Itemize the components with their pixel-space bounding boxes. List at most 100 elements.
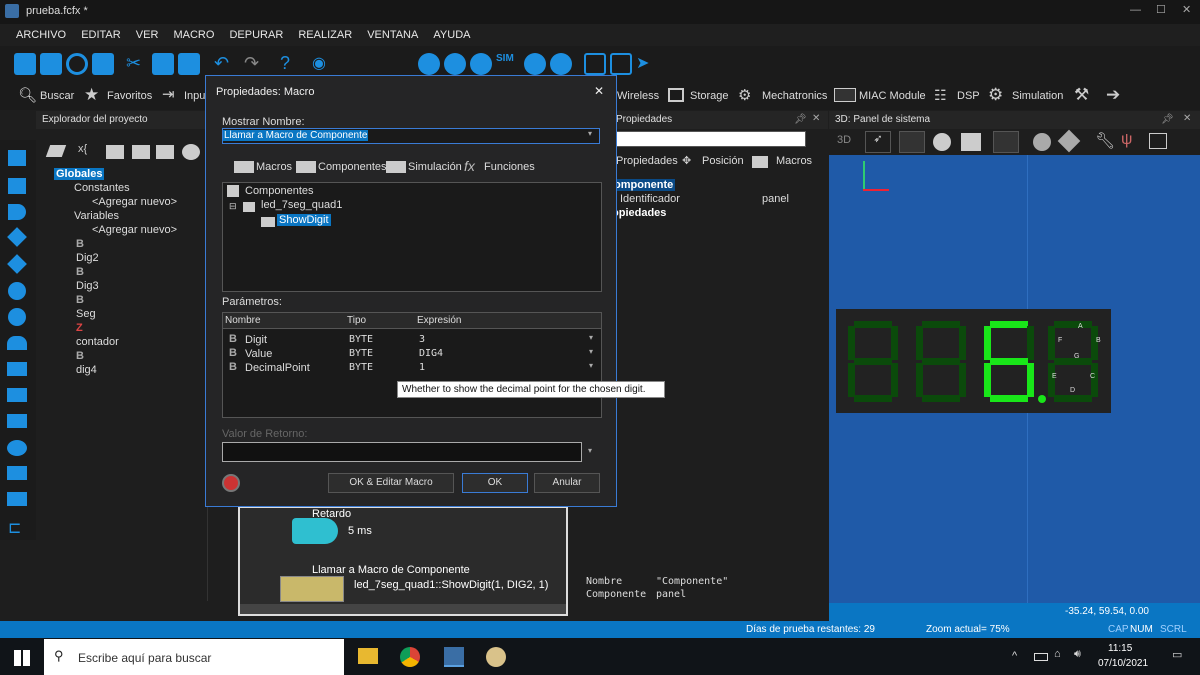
tab-funciones-dialog[interactable]: Funciones (484, 161, 535, 173)
mechatronics-label[interactable]: Mechatronics (762, 90, 827, 102)
tab-propiedades[interactable]: Propiedades (616, 155, 678, 167)
explorer-tool-3-icon[interactable] (106, 145, 124, 159)
tools-icon[interactable]: ⚒ (1074, 85, 1089, 105)
screen-icon[interactable] (993, 131, 1019, 153)
display-name-input[interactable]: Llamar a Macro de Componente (222, 128, 600, 144)
cancel-button[interactable]: Anular (534, 473, 600, 493)
paste-icon[interactable] (178, 53, 200, 75)
menu-archivo[interactable]: ARCHIVO (10, 24, 72, 46)
dsp-icon[interactable]: ☷ (934, 87, 947, 104)
tree-leaf-label[interactable]: ShowDigit (277, 214, 331, 226)
explorer-tool-2-icon[interactable]: x{ (78, 143, 87, 155)
return-dropdown-icon[interactable]: ▾ (588, 446, 592, 455)
param-dropdown-icon[interactable]: ▾ (589, 333, 593, 342)
delay-block[interactable] (292, 518, 338, 544)
explorer-tool-ev-icon[interactable] (182, 144, 200, 160)
c-code-icon-strip[interactable] (7, 492, 27, 506)
panel-close-icon[interactable]: ✕ (812, 113, 820, 124)
properties-selector[interactable] (610, 131, 806, 147)
output-icon-strip[interactable] (8, 178, 26, 194)
storage-icon[interactable] (668, 88, 684, 102)
decision-icon-strip[interactable] (7, 227, 27, 247)
menu-ver[interactable]: VER (130, 24, 165, 46)
chip-icon[interactable]: ψ (1121, 131, 1132, 149)
param-dropdown-icon[interactable]: ▾ (589, 361, 593, 370)
pin-icon[interactable]: 📌︎ (794, 114, 807, 125)
save-icon[interactable] (92, 53, 114, 75)
new-file-icon[interactable] (14, 53, 36, 75)
program-chip-icon[interactable]: ➤ (636, 53, 658, 75)
camera-icon[interactable] (961, 133, 981, 151)
compile-hex-icon[interactable] (610, 53, 632, 75)
viewport-3d[interactable]: A F B G E C D (829, 155, 1200, 603)
wireless-label[interactable]: Wireless (617, 90, 659, 102)
tree-variables[interactable]: Variables (40, 209, 204, 223)
view-icon[interactable]: ◉ (312, 53, 334, 75)
component-macro-block[interactable] (280, 576, 344, 602)
tab-componentes-dialog[interactable]: Componentes (318, 161, 387, 173)
param-row[interactable]: B DecimalPoint BYTE 1 ▾ (223, 361, 601, 375)
tab-macros-dialog[interactable]: Macros (256, 161, 292, 173)
flowcode-taskbar-icon[interactable] (444, 647, 464, 667)
tab-simulacion-dialog[interactable]: Simulación (408, 161, 462, 173)
notification-icon[interactable]: ▭ (1172, 648, 1182, 661)
menu-editar[interactable]: EDITAR (75, 24, 127, 46)
tree-constants[interactable]: Constantes (40, 181, 204, 195)
favorites-label[interactable]: Favoritos (107, 90, 152, 102)
interrupt-icon-strip[interactable] (7, 336, 27, 350)
tray-chevron-icon[interactable]: ^ (1012, 650, 1017, 662)
step-icon[interactable] (524, 53, 546, 75)
search-button-label[interactable]: Buscar (40, 90, 74, 102)
calc-icon-strip[interactable] (8, 282, 26, 300)
comment-icon-strip[interactable] (7, 466, 27, 480)
tree-add-variable[interactable]: <Agregar nuevo> (40, 223, 204, 237)
simulation-label[interactable]: Simulation (1012, 90, 1063, 102)
panel-3d-pin-icon[interactable]: 📌︎ (1161, 114, 1174, 125)
copy-icon[interactable] (152, 53, 174, 75)
display-name-dropdown-icon[interactable]: ▾ (588, 129, 592, 138)
miac-icon[interactable] (834, 88, 856, 102)
component-macro-icon-strip[interactable] (7, 388, 27, 402)
redo-icon[interactable]: ↷ (244, 53, 266, 75)
ok-button[interactable]: OK (462, 473, 528, 493)
int-icon-strip[interactable] (7, 440, 27, 456)
tree-root-label[interactable]: Componentes (245, 185, 314, 197)
menu-depurar[interactable]: DEPURAR (223, 24, 289, 46)
paint-icon[interactable] (486, 647, 506, 667)
inputs-icon[interactable]: ⇥ (162, 85, 175, 103)
fast-forward-icon[interactable] (550, 53, 572, 75)
param-row[interactable]: B Digit BYTE 3 ▾ (223, 333, 601, 347)
miac-label[interactable]: MIAC Module (859, 90, 926, 102)
open-file-icon[interactable] (40, 53, 62, 75)
tree-expand-icon[interactable]: ⊟ (229, 201, 237, 212)
macro-icon-strip[interactable] (7, 362, 27, 376)
close-icon[interactable]: ✕ (1182, 3, 1191, 16)
param-expr[interactable]: 1 (419, 362, 425, 373)
cube-icon[interactable] (1057, 129, 1081, 153)
explorer-tool-1-icon[interactable] (45, 145, 67, 157)
pointer-icon[interactable]: ➶ (865, 131, 891, 153)
help-icon[interactable]: ? (280, 53, 302, 75)
h-scrollbar[interactable] (240, 604, 566, 614)
explorer-tool-4-icon[interactable] (132, 145, 150, 159)
ok-edit-macro-button[interactable]: OK & Editar Macro (328, 473, 454, 493)
param-expr[interactable]: DIG4 (419, 348, 443, 359)
param-expr[interactable]: 3 (419, 334, 425, 345)
inputs-label[interactable]: Inpu (184, 90, 205, 102)
tree-var[interactable]: B Seg (40, 293, 204, 321)
help-icon-dialog[interactable] (222, 474, 240, 492)
sim-icon[interactable]: SIM (496, 53, 518, 75)
mechatronics-icon[interactable]: ⚙ (738, 86, 751, 104)
return-input[interactable] (222, 442, 582, 462)
tab-posicion[interactable]: Posición (702, 155, 744, 167)
volume-icon[interactable]: 🔊︎ (1074, 648, 1081, 661)
component-select-icon[interactable] (899, 131, 925, 153)
menu-ayuda[interactable]: AYUDA (427, 24, 476, 46)
input-icon-strip[interactable] (8, 150, 26, 166)
minimize-icon[interactable]: — (1130, 4, 1141, 16)
sphere-icon[interactable] (933, 133, 951, 151)
pause-icon[interactable] (444, 53, 466, 75)
tree-var[interactable]: Bdig4 (40, 349, 204, 377)
switch-icon-strip[interactable] (7, 254, 27, 274)
tree-child-label[interactable]: led_7seg_quad1 (261, 199, 342, 211)
